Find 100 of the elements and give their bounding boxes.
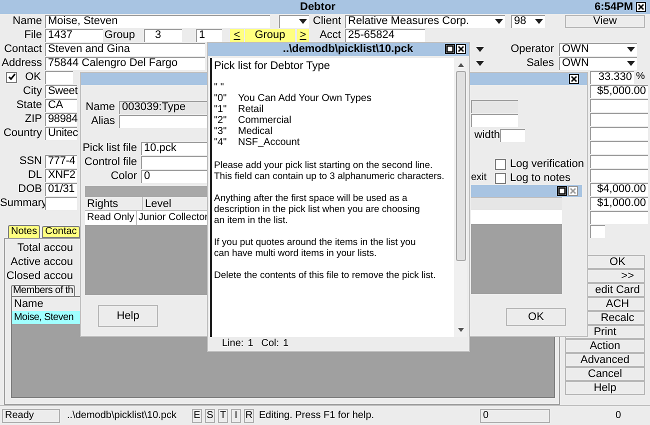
field-label: File (23, 30, 43, 40)
side-button[interactable]: Advanced (565, 353, 645, 367)
item-code: "2" (214, 116, 228, 126)
field-label: SSN (18, 156, 43, 166)
text-field[interactable]: 1 (196, 28, 222, 42)
text-field[interactable]: 25-65824 (345, 28, 425, 42)
dropdown-arrow-icon[interactable] (627, 47, 635, 52)
text-field[interactable] (590, 210, 648, 224)
scrollbar[interactable] (454, 58, 467, 338)
text-field[interactable]: 0 (141, 170, 208, 182)
maximize-icon[interactable] (557, 186, 567, 196)
dropdown-field[interactable]: 98 (511, 14, 545, 28)
dropdown-field[interactable]: OWN (559, 56, 637, 70)
text-field[interactable]: $4,000.00 (590, 182, 648, 196)
column-header: Rights (85, 197, 143, 210)
checkbox-label: Log verification (510, 158, 584, 170)
field-label: State (15, 100, 43, 110)
scrollbar-thumb[interactable] (456, 70, 466, 261)
text-field[interactable]: 1437 (45, 28, 103, 42)
dropdown-arrow-icon[interactable] (495, 19, 503, 24)
side-button[interactable]: Action (565, 339, 645, 353)
close-icon[interactable] (456, 44, 466, 54)
dropdown-arrow-icon[interactable] (476, 46, 484, 52)
dropdown-field[interactable]: OWN (559, 42, 637, 56)
percent-sign: % (636, 72, 645, 82)
previous-button[interactable]: < (230, 28, 244, 42)
text-field[interactable]: $5,000.00 (590, 84, 648, 98)
field-label: City (22, 86, 43, 96)
line-label: Line: (222, 339, 244, 350)
dropdown-field[interactable] (279, 14, 309, 28)
field-label: ZIP (24, 114, 43, 124)
view-button[interactable]: View (565, 14, 645, 28)
text-field[interactable]: $1,000.00 (590, 196, 648, 210)
text-field[interactable]: Unitec (45, 126, 77, 140)
text-field[interactable] (590, 168, 648, 182)
text-field[interactable]: XNF2 (45, 168, 77, 182)
text-field[interactable] (590, 126, 648, 140)
close-icon[interactable] (636, 2, 646, 12)
field-label: Country (2, 128, 43, 138)
text-field[interactable] (471, 100, 518, 113)
text-field[interactable]: 01/31 (45, 182, 77, 196)
side-button[interactable]: Help (565, 381, 645, 395)
text-field[interactable]: Moise, Steven (45, 14, 270, 28)
dropdown-arrow-icon[interactable] (627, 61, 635, 66)
field-label: width (473, 130, 500, 140)
text-field[interactable]: 75844 Calengro Del Fargo (45, 56, 205, 70)
text-field[interactable]: Steven and Gina (45, 42, 205, 56)
field-label: Operator (510, 44, 555, 54)
text-field[interactable]: 98984 (45, 112, 77, 126)
text-field[interactable] (45, 196, 77, 210)
field-label: Address (0, 58, 43, 68)
window-title: Debtor (300, 2, 336, 12)
checkbox[interactable] (6, 72, 17, 82)
maximize-icon[interactable] (445, 44, 455, 54)
close-icon[interactable] (569, 74, 579, 84)
tab[interactable]: Notes (8, 225, 40, 238)
status-flag: T (218, 408, 228, 422)
table-cell-text: Junior Collector (138, 211, 208, 225)
text-field[interactable] (590, 98, 648, 112)
next-button[interactable]: > (297, 28, 309, 42)
checkbox[interactable] (495, 158, 506, 170)
scroll-up-icon[interactable] (458, 62, 464, 67)
item-text: Commercial (238, 116, 292, 126)
line-number: 1 (248, 339, 254, 350)
dropdown-arrow-icon[interactable] (535, 19, 543, 24)
status-flag: R (244, 408, 254, 422)
text-field[interactable]: 33.330 (590, 70, 634, 84)
text-field[interactable] (590, 112, 648, 126)
help-button[interactable]: Help (98, 305, 158, 327)
scroll-down-icon[interactable] (458, 328, 464, 332)
item-text: Medical (238, 127, 272, 138)
text-field[interactable]: 10.pck (141, 142, 208, 154)
checkbox[interactable] (495, 172, 506, 184)
dropdown-arrow-icon[interactable] (476, 60, 484, 66)
group-button[interactable]: Group (245, 28, 295, 42)
field-label: Acct (318, 30, 342, 40)
text-field[interactable]: 777-4 (45, 154, 77, 168)
side-button[interactable]: Cancel (565, 367, 645, 381)
dropdown-field[interactable]: Relative Measures Corp. (345, 14, 505, 28)
text-field[interactable] (590, 140, 648, 154)
dropdown-arrow-icon[interactable] (299, 19, 307, 24)
field-label: Closed accou (5, 270, 73, 282)
text-field[interactable]: 003039:Type (119, 100, 208, 114)
item-text: You Can Add Your Own Types (238, 94, 372, 104)
checkbox-label: Log to notes (510, 172, 571, 184)
text-field[interactable] (471, 114, 518, 127)
text-field[interactable] (590, 154, 648, 168)
text-field[interactable]: CA (45, 98, 77, 112)
item-code: "4" (214, 138, 228, 148)
text-field[interactable]: 3 (144, 28, 182, 42)
text-field[interactable] (119, 114, 208, 128)
text-field[interactable] (45, 70, 73, 84)
text-editor[interactable] (210, 58, 454, 338)
text-field[interactable] (590, 224, 605, 238)
field-label: DL (26, 170, 43, 180)
text-field[interactable]: Sweet (45, 84, 77, 98)
text-field[interactable] (500, 128, 525, 142)
tab[interactable]: Contac (42, 226, 80, 238)
text-field[interactable] (141, 156, 208, 168)
ok-button[interactable]: OK (506, 308, 566, 326)
